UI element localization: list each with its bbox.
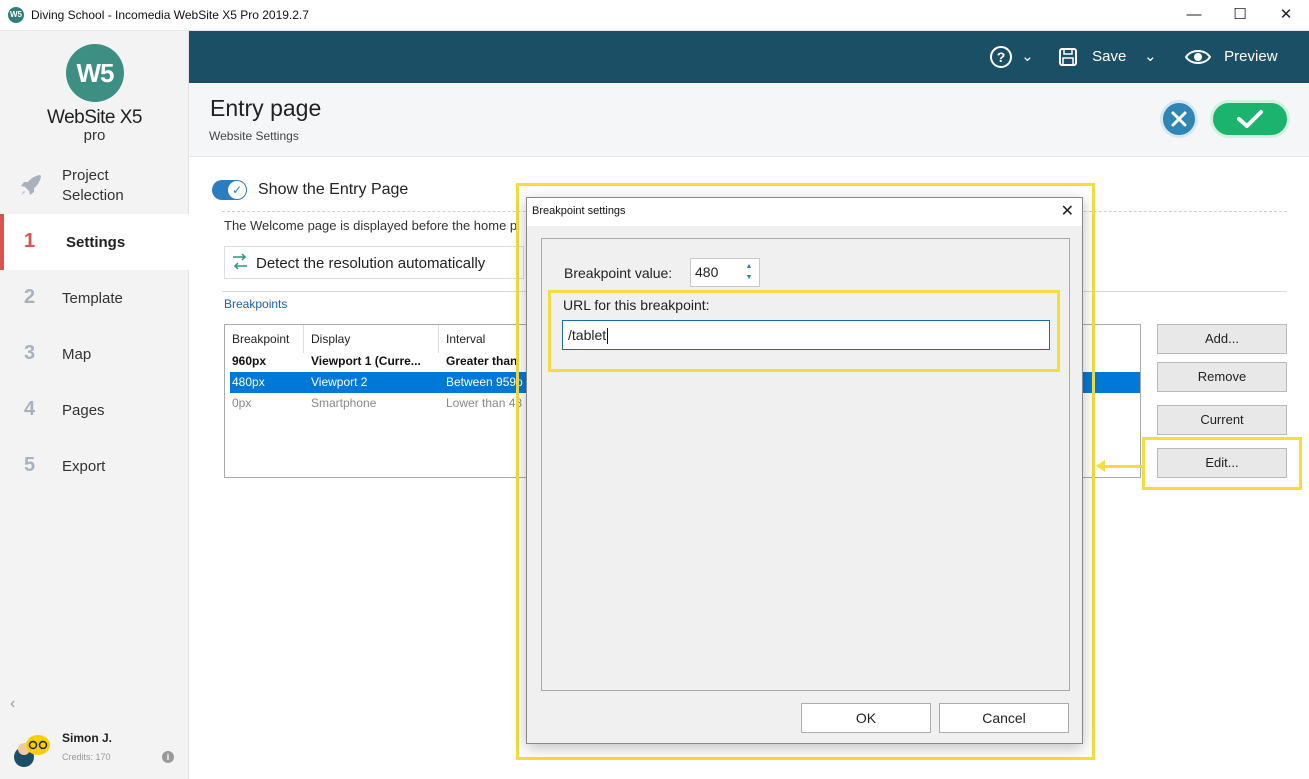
help-icon: ?	[990, 46, 1012, 69]
cell-display: Viewport 2	[311, 375, 368, 389]
confirm-changes-button[interactable]	[1210, 100, 1290, 138]
sidebar: W5 WebSite X5 pro Project Selection 1 Se…	[0, 31, 189, 779]
breakpoint-value: 480	[695, 264, 719, 280]
edit-button-highlight	[1142, 437, 1302, 490]
step-number: 1	[24, 230, 36, 252]
top-toolbar: ? ⌄ Save ⌄ Preview	[189, 31, 1309, 83]
url-label: URL for this breakpoint:	[563, 297, 710, 313]
sidebar-item-label: Pages	[62, 402, 105, 419]
check-icon: ✓	[228, 181, 246, 199]
cell-interval: Greater than	[446, 354, 518, 368]
dialog-titlebar: Breakpoint settings ✕	[527, 198, 1082, 226]
remove-breakpoint-button[interactable]: Remove	[1157, 362, 1287, 392]
spinner-arrows[interactable]: ▲ ▼	[742, 261, 756, 283]
chevron-down-icon: ⌄	[1021, 48, 1034, 65]
close-window-button[interactable]: ✕	[1263, 0, 1309, 31]
minimize-button[interactable]: —	[1171, 0, 1217, 31]
save-button[interactable]: Save	[1058, 44, 1126, 70]
cancel-button[interactable]: Cancel	[939, 703, 1069, 733]
close-icon	[1171, 111, 1187, 127]
sidebar-item-label: Template	[62, 290, 123, 307]
dialog-title: Breakpoint settings	[532, 205, 626, 217]
page-subtitle: Website Settings	[209, 129, 299, 143]
resize-arrows-icon	[233, 253, 247, 270]
cancel-changes-button[interactable]	[1160, 100, 1198, 138]
sidebar-item-label: Map	[62, 346, 92, 363]
websitex5-logo: W5	[66, 44, 124, 102]
spin-down-icon[interactable]: ▼	[742, 272, 756, 283]
chevron-down-icon: ⌄	[1144, 48, 1157, 65]
preview-button[interactable]: Preview	[1184, 44, 1278, 70]
sidebar-item-label: Export	[62, 458, 106, 475]
sidebar-item-label: Project Selection	[62, 167, 124, 204]
window-title: Diving School - Incomedia WebSite X5 Pro…	[31, 8, 309, 22]
user-avatar	[14, 735, 50, 767]
ok-button[interactable]: OK	[801, 703, 931, 733]
user-credits: Credits: 170	[62, 752, 111, 762]
annotation-arrow-head	[1096, 460, 1105, 472]
info-icon[interactable]: i	[162, 751, 174, 763]
save-options-dropdown[interactable]: ⌄	[1144, 44, 1157, 70]
detect-resolution-option[interactable]: Detect the resolution automatically	[224, 246, 524, 279]
toggle-label: Show the Entry Page	[258, 181, 409, 198]
app-icon: W5	[8, 7, 24, 23]
dialog-close-button[interactable]: ✕	[1061, 201, 1074, 221]
sidebar-item-pages[interactable]: 4 Pages	[0, 382, 189, 438]
user-name: Simon J.	[62, 731, 113, 745]
breakpoint-value-label: Breakpoint value:	[564, 265, 673, 281]
text-caret	[607, 328, 609, 345]
page-header: Entry page Website Settings	[189, 83, 1309, 157]
collapse-sidebar-icon[interactable]: ‹	[10, 695, 15, 713]
save-label: Save	[1092, 48, 1127, 65]
current-breakpoint-button[interactable]: Current	[1157, 405, 1287, 435]
svg-text:?: ?	[997, 49, 1006, 65]
page-title: Entry page	[210, 95, 322, 121]
sidebar-item-export[interactable]: 5 Export	[0, 438, 189, 494]
breakpoint-value-spinner[interactable]: 480 ▲ ▼	[690, 258, 760, 287]
step-number: 3	[24, 342, 36, 364]
cell-display: Smartphone	[311, 396, 377, 410]
step-number: 5	[24, 454, 36, 476]
cell-interval: Between 959p	[446, 375, 523, 389]
dialog-content-panel: Breakpoint value: 480 ▲ ▼ URL for this b…	[541, 238, 1070, 691]
checkmark-icon	[1237, 110, 1263, 128]
breakpoint-settings-dialog: Breakpoint settings ✕ Breakpoint value: …	[526, 197, 1083, 744]
sidebar-item-project-selection[interactable]: Project Selection	[0, 158, 189, 214]
annotation-arrow	[1101, 465, 1143, 468]
brand-edition: pro	[83, 127, 106, 144]
preview-label: Preview	[1224, 48, 1278, 65]
window-titlebar: W5 Diving School - Incomedia WebSite X5 …	[0, 0, 1309, 31]
column-header-breakpoint[interactable]: Breakpoint	[225, 325, 304, 353]
cell-breakpoint: 480px	[232, 375, 265, 389]
step-number: 4	[24, 398, 36, 420]
add-breakpoint-button[interactable]: Add...	[1157, 324, 1287, 354]
sidebar-item-label: Settings	[66, 234, 126, 251]
detect-resolution-label: Detect the resolution automatically	[256, 255, 486, 272]
sidebar-item-map[interactable]: 3 Map	[0, 326, 189, 382]
column-header-display[interactable]: Display	[304, 325, 439, 353]
cell-interval: Lower than 48	[446, 396, 523, 410]
step-number: 2	[24, 286, 36, 308]
cell-breakpoint: 0px	[232, 396, 252, 410]
cell-display: Viewport 1 (Curre...	[311, 354, 421, 368]
cell-breakpoint: 960px	[232, 354, 267, 368]
sidebar-item-template[interactable]: 2 Template	[0, 270, 189, 326]
spin-up-icon[interactable]: ▲	[742, 261, 756, 272]
help-button[interactable]: ? ⌄	[989, 44, 1034, 70]
url-value: /tablet	[568, 327, 607, 343]
maximize-button[interactable]: ☐	[1217, 0, 1263, 31]
rocket-icon	[21, 175, 41, 195]
eye-icon	[1184, 50, 1212, 65]
sidebar-item-settings[interactable]: 1 Settings	[0, 214, 189, 270]
save-icon	[1059, 48, 1077, 67]
brand-name: WebSite X5	[47, 107, 142, 128]
show-entry-page-toggle[interactable]: ✓	[212, 180, 247, 200]
breakpoints-section-label: Breakpoints	[224, 297, 288, 311]
url-input[interactable]: /tablet	[562, 320, 1050, 350]
entry-page-description: The Welcome page is displayed before the…	[224, 218, 516, 233]
